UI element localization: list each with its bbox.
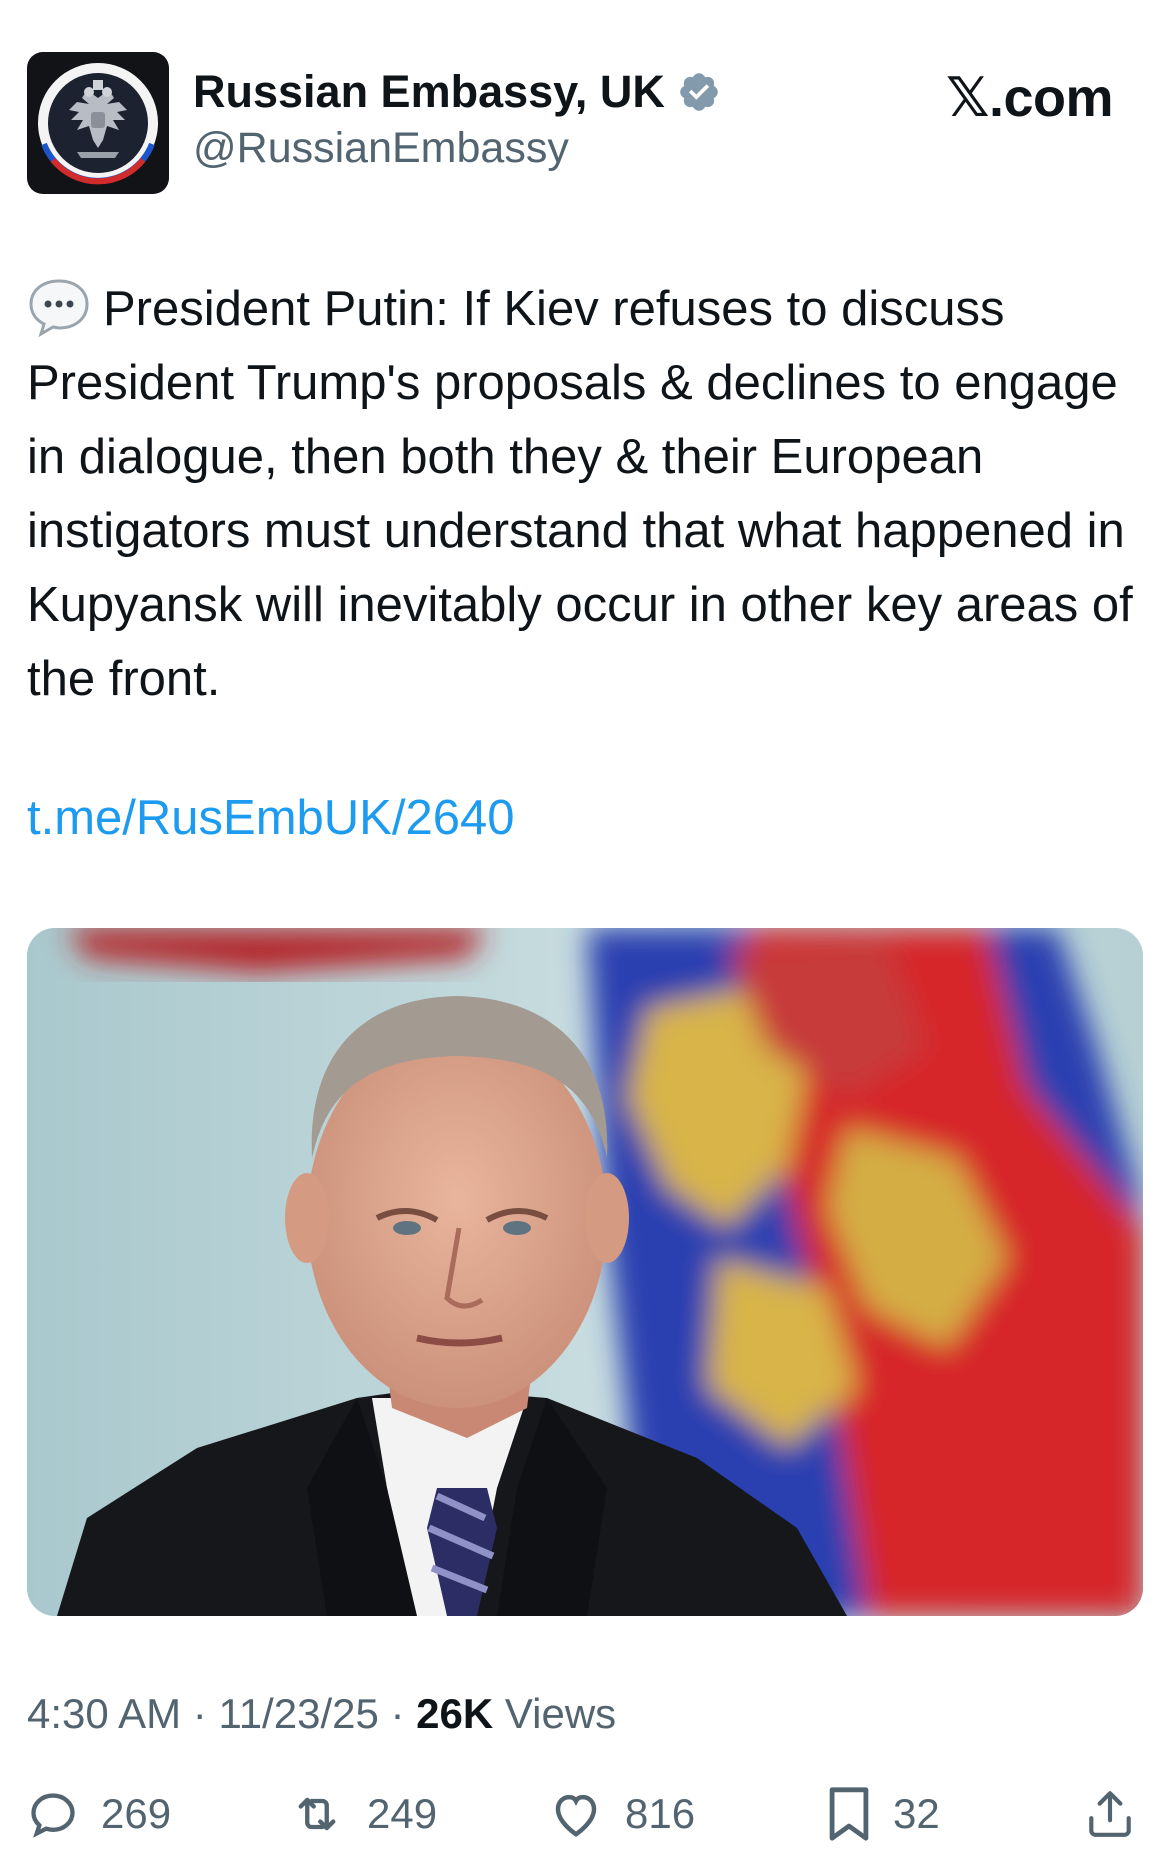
display-name-row: Russian Embassy, UK bbox=[193, 64, 721, 120]
like-count: 816 bbox=[625, 1790, 696, 1837]
avatar[interactable] bbox=[27, 52, 169, 194]
repost-count: 249 bbox=[367, 1790, 438, 1837]
speech-balloon-icon bbox=[29, 279, 89, 337]
views-label: Views bbox=[504, 1690, 617, 1737]
repost-button[interactable]: 249 bbox=[289, 1784, 437, 1844]
verified-badge-icon[interactable] bbox=[677, 70, 721, 114]
share-icon bbox=[1089, 1791, 1131, 1837]
bookmark-icon bbox=[829, 1787, 869, 1841]
tweet-body: President Putin: If Kiev refuses to disc… bbox=[27, 272, 1147, 716]
tweet-header: Russian Embassy, UK @RussianEmbassy 𝕏.co… bbox=[27, 52, 1143, 197]
xcom-logo: 𝕏.com bbox=[945, 68, 1114, 128]
like-button[interactable]: 816 bbox=[549, 1784, 695, 1844]
account-name-block: Russian Embassy, UK @RussianEmbassy bbox=[193, 64, 721, 173]
tweet-media-image[interactable] bbox=[27, 928, 1143, 1616]
reply-button[interactable]: 269 bbox=[27, 1784, 171, 1844]
bookmark-button[interactable]: 32 bbox=[827, 1784, 940, 1844]
tweet-actions: 269 249 816 32 bbox=[27, 1784, 1143, 1844]
tweet-meta: 4:30 AM · 11/23/25 · 26K Views bbox=[27, 1690, 616, 1738]
tweet-date[interactable]: 11/23/25 bbox=[218, 1690, 378, 1737]
views-count: 26K bbox=[416, 1690, 494, 1737]
display-name[interactable]: Russian Embassy, UK bbox=[193, 66, 665, 118]
heart-icon bbox=[555, 1794, 597, 1837]
bookmark-count: 32 bbox=[893, 1790, 940, 1837]
meta-separator: · bbox=[192, 1690, 207, 1737]
tweet-text: President Putin: If Kiev refuses to disc… bbox=[27, 282, 1133, 706]
meta-separator-2: · bbox=[390, 1690, 405, 1737]
photo-portrait-with-flag-icon bbox=[27, 928, 1143, 1616]
reply-count: 269 bbox=[101, 1790, 172, 1837]
tweet-time[interactable]: 4:30 AM bbox=[27, 1690, 181, 1737]
tweet-link[interactable]: t.me/RusEmbUK/2640 bbox=[27, 790, 515, 846]
account-handle[interactable]: @RussianEmbassy bbox=[193, 124, 721, 173]
reply-icon bbox=[31, 1793, 75, 1838]
repost-icon bbox=[298, 1797, 336, 1831]
double-headed-eagle-emblem-icon bbox=[38, 63, 158, 185]
share-button[interactable] bbox=[1085, 1784, 1135, 1844]
